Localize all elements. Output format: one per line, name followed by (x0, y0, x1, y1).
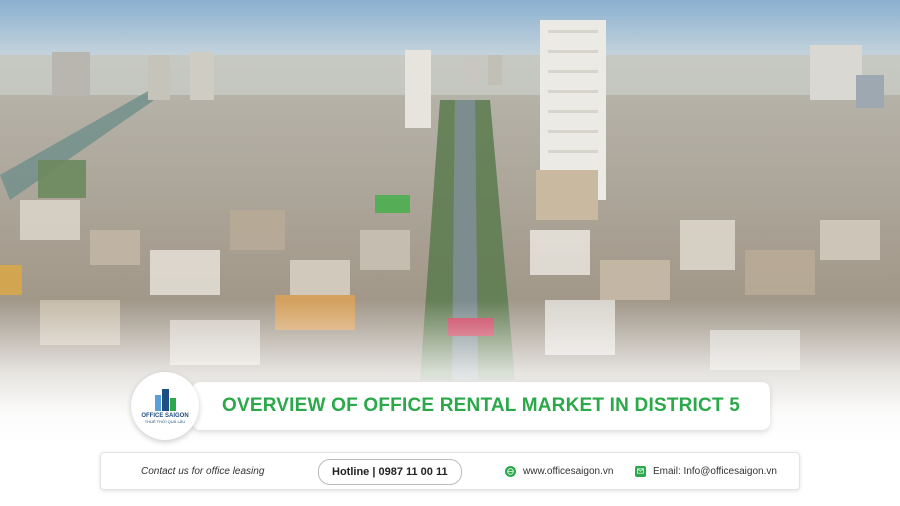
email-link[interactable]: Email: Info@officesaigon.vn (635, 453, 777, 489)
building-logo-icon (155, 388, 176, 411)
website-link[interactable]: www.officesaigon.vn (505, 453, 613, 489)
contact-cta: Contact us for office leasing (141, 465, 265, 477)
email-text: Email: Info@officesaigon.vn (653, 465, 777, 477)
website-text: www.officesaigon.vn (523, 465, 614, 477)
hotline-button[interactable]: Hotline | 0987 11 00 11 (318, 459, 462, 485)
globe-icon (505, 465, 516, 477)
mail-icon (635, 465, 646, 477)
brand-logo[interactable]: OFFICE SAIGON THUÊ THỜI QUÁ LÂU (131, 372, 199, 440)
title-banner: OVERVIEW OF OFFICE RENTAL MARKET IN DIST… (192, 382, 770, 430)
page-title: OVERVIEW OF OFFICE RENTAL MARKET IN DIST… (222, 395, 740, 416)
logo-tagline: THUÊ THỜI QUÁ LÂU (144, 418, 186, 424)
contact-bar: Contact us for office leasing Hotline | … (100, 452, 800, 490)
